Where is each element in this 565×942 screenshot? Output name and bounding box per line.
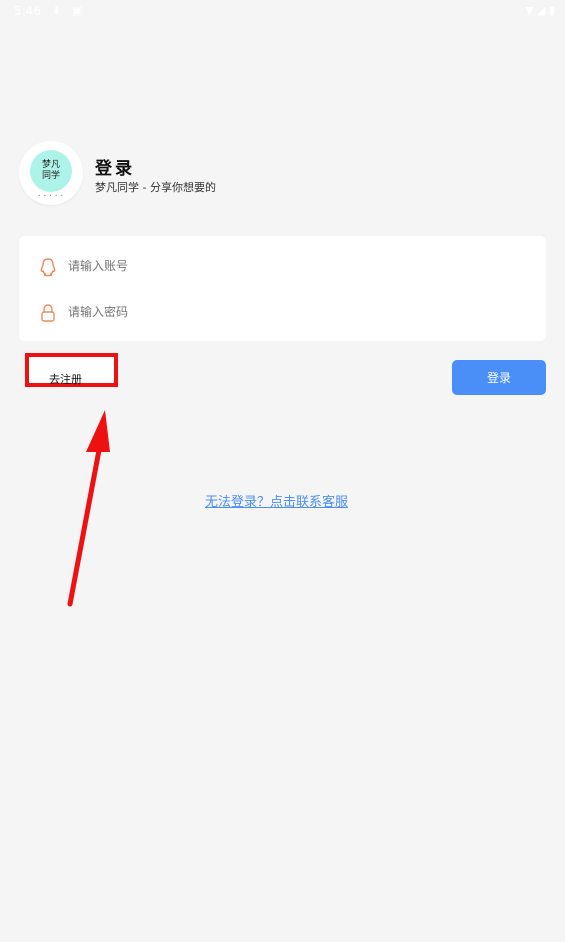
page-title: 登录: [95, 159, 135, 179]
login-label: 登录: [486, 371, 511, 385]
register-label: 去注册: [49, 373, 82, 386]
qq-icon: [40, 258, 56, 277]
lock-icon: [41, 304, 55, 322]
logo-decoration: • • • • •: [38, 193, 64, 198]
page-subtitle: 梦凡同学 - 分享你想要的: [95, 181, 216, 194]
logo-line2: 同学: [41, 171, 60, 181]
annotation-arrow-icon: [67, 410, 110, 607]
signal-icon: ◢: [536, 4, 546, 17]
wifi-icon: ▼: [525, 4, 534, 17]
login-button[interactable]: 登录: [452, 360, 546, 395]
password-field[interactable]: [19, 290, 546, 336]
status-bar: 5:46 ⬇ ▣ ▼ ◢ ▮: [0, 0, 565, 24]
status-right-icons: ▼ ◢ ▮: [525, 4, 555, 17]
contact-support-link[interactable]: 无法登录？点击联系客服: [205, 491, 348, 510]
account-field[interactable]: [19, 244, 546, 290]
register-button[interactable]: 去注册: [25, 353, 118, 387]
logo-line1: 梦凡: [41, 160, 60, 170]
status-time: 5:46: [14, 4, 41, 18]
login-form-card: [19, 236, 546, 341]
download-icon: ⬇: [52, 4, 62, 17]
notification-icon: ▣: [72, 4, 83, 17]
logo-badge: 梦凡 同学: [30, 150, 72, 192]
battery-icon: ▮: [548, 4, 555, 17]
app-logo: 梦凡 同学 • • • • •: [19, 141, 83, 205]
account-input[interactable]: [68, 259, 468, 273]
password-input[interactable]: [68, 305, 468, 319]
